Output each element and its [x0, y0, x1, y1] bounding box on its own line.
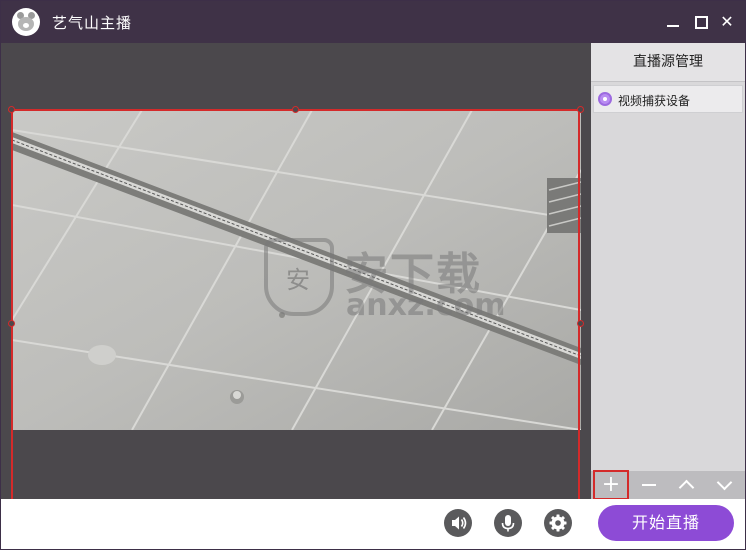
app-window: 艺气山主播 ✕ 安 安下载 anxz.com 直播源管理 视频捕获设备 + 开始…	[0, 0, 746, 550]
resize-handle-top[interactable]	[292, 106, 299, 113]
microphone-icon	[501, 515, 515, 532]
close-button[interactable]: ✕	[717, 12, 737, 32]
microphone-button[interactable]	[494, 509, 522, 537]
bottom-bar: 开始直播	[1, 499, 745, 549]
speaker-button[interactable]	[444, 509, 472, 537]
resize-handle-top-right[interactable]	[577, 106, 584, 113]
minimize-button[interactable]	[663, 12, 683, 32]
maximize-icon	[695, 16, 708, 29]
chevron-up-icon	[678, 479, 695, 496]
chevron-down-icon	[716, 474, 733, 491]
resize-handle-right[interactable]	[577, 320, 584, 327]
app-logo-icon	[12, 8, 40, 36]
preview-canvas[interactable]: 安 安下载 anxz.com	[1, 43, 591, 507]
source-panel: 直播源管理 视频捕获设备 +	[591, 43, 745, 500]
move-down-button[interactable]	[707, 471, 743, 499]
resize-handle-left[interactable]	[8, 320, 15, 327]
gear-icon	[549, 514, 567, 532]
start-live-button[interactable]: 开始直播	[598, 505, 734, 541]
watermark-shield-char: 安	[286, 266, 310, 294]
remove-source-button[interactable]	[631, 471, 667, 499]
settings-button[interactable]	[544, 509, 572, 537]
watermark-subtext: anxz.com	[346, 288, 506, 323]
source-item-video-capture[interactable]: 视频捕获设备	[593, 85, 743, 113]
resize-handle-top-left[interactable]	[8, 106, 15, 113]
source-panel-title: 直播源管理	[591, 43, 745, 82]
source-item-label: 视频捕获设备	[618, 94, 691, 108]
video-capture-preview[interactable]: 安 安下载 anxz.com	[12, 110, 581, 430]
minimize-icon	[667, 25, 679, 27]
minus-icon	[642, 484, 656, 486]
title-bar[interactable]: 艺气山主播 ✕	[1, 1, 745, 43]
move-up-button[interactable]	[669, 471, 705, 499]
source-toolbar: +	[591, 470, 745, 500]
maximize-button[interactable]	[691, 12, 711, 32]
speaker-icon	[452, 516, 467, 530]
app-title: 艺气山主播	[52, 14, 133, 32]
shield-icon: 安	[264, 238, 334, 316]
plus-icon: +	[601, 472, 621, 497]
close-icon: ✕	[720, 12, 734, 31]
source-radio[interactable]	[598, 92, 612, 106]
add-source-button[interactable]: +	[593, 470, 629, 500]
watermark-logo: 安 安下载 anxz.com	[264, 238, 505, 328]
